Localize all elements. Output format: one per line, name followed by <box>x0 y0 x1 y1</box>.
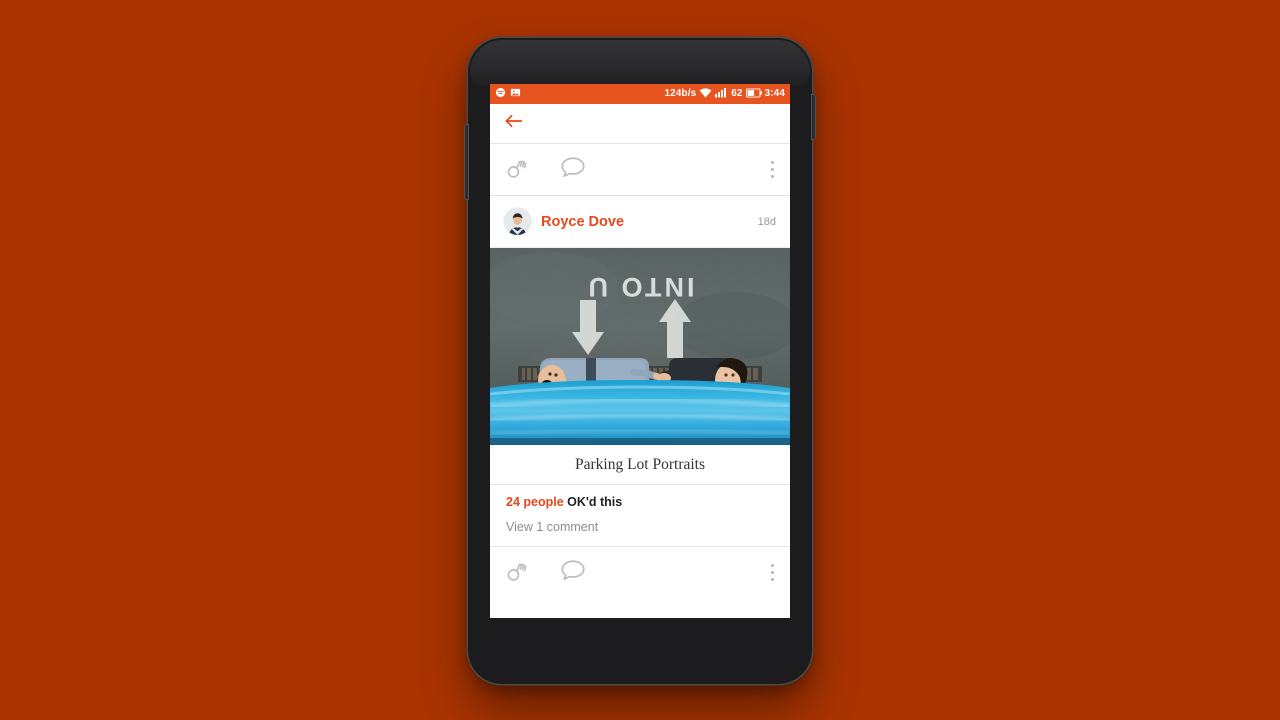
overflow-menu-icon[interactable] <box>770 160 774 179</box>
battery-icon <box>745 87 762 101</box>
clock-text: 3:44 <box>764 88 785 99</box>
comment-bubble-icon[interactable] <box>560 558 586 587</box>
ok-hand-icon[interactable] <box>506 155 530 185</box>
view-comments-link[interactable]: View 1 comment <box>506 520 774 542</box>
signal-bars-icon <box>715 87 728 101</box>
avatar[interactable] <box>504 208 531 235</box>
comment-bubble-icon[interactable] <box>560 155 586 184</box>
likes-line: 24 people OK'd this <box>506 495 774 509</box>
power-button[interactable] <box>811 94 816 140</box>
likes-count[interactable]: 24 people <box>506 495 564 509</box>
back-arrow-icon[interactable] <box>504 113 523 134</box>
post-header: Royce Dove 18d <box>490 196 790 248</box>
chat-notification-icon <box>495 87 506 101</box>
post-meta: 24 people OK'd this View 1 comment <box>490 485 790 546</box>
post-photo[interactable]: INTO U <box>490 248 790 445</box>
likes-suffix: OK'd this <box>567 495 623 509</box>
volume-rocker-button[interactable] <box>464 124 469 200</box>
phone-device: 124b/s 62 3:44 Royce Dove 18d INTO U Par… <box>464 38 816 684</box>
svg-text:INTO U: INTO U <box>585 272 694 302</box>
overflow-menu-icon[interactable] <box>770 563 774 582</box>
post-author-name[interactable]: Royce Dove <box>541 214 624 230</box>
top-action-bar <box>490 144 790 196</box>
status-bar: 124b/s 62 3:44 <box>490 84 790 104</box>
screenshot-icon <box>510 87 521 101</box>
post-caption: Parking Lot Portraits <box>490 445 790 485</box>
network-speed-text: 124b/s <box>664 88 697 99</box>
bottom-action-bar <box>490 546 790 598</box>
app-toolbar <box>490 104 790 144</box>
battery-percent-text: 62 <box>731 88 743 99</box>
ok-hand-icon[interactable] <box>506 558 530 588</box>
post-timestamp: 18d <box>757 215 776 228</box>
phone-screen: 124b/s 62 3:44 Royce Dove 18d INTO U Par… <box>490 84 790 618</box>
wifi-icon <box>699 87 712 101</box>
